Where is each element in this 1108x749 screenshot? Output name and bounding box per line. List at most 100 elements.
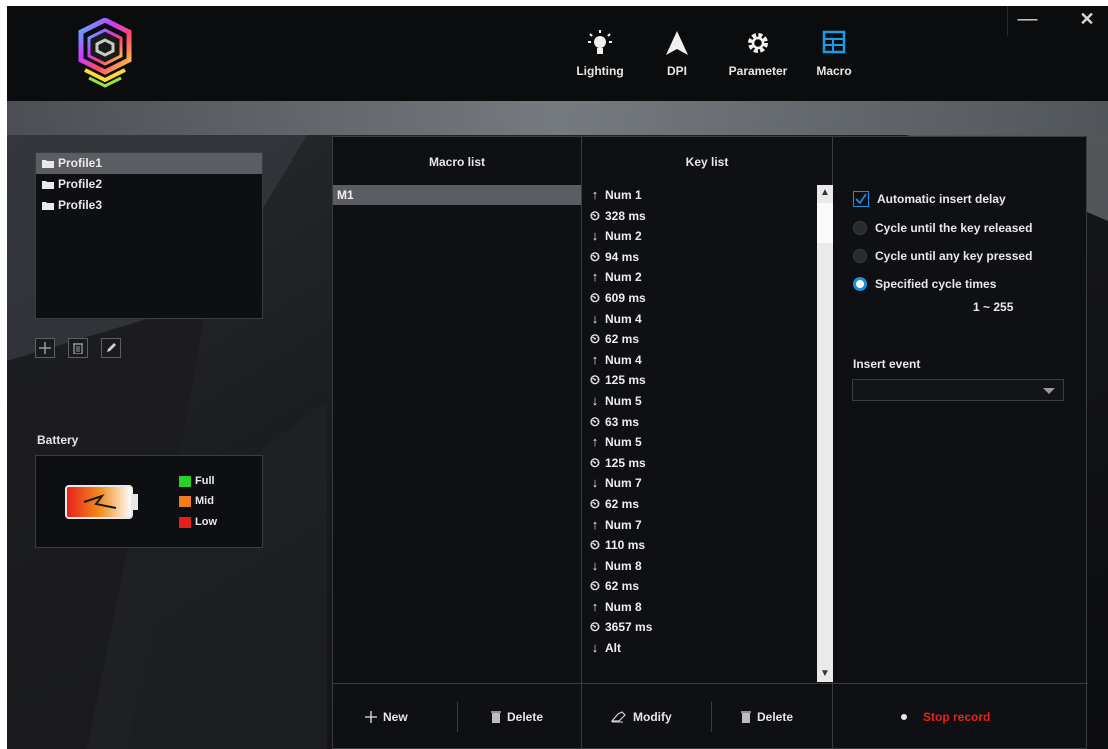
auto-delay-label: Automatic insert delay <box>877 192 1006 206</box>
record-dot-icon <box>901 714 907 720</box>
scroll-down-icon[interactable]: ▼ <box>817 666 833 682</box>
key-list-label: 94 ms <box>605 249 640 264</box>
key-list-row[interactable]: ⏲ 125 ms <box>583 453 817 474</box>
key-list-row[interactable]: ↑ Num 1 <box>583 185 817 206</box>
nav-lighting[interactable]: Lighting <box>573 28 627 90</box>
key-list-row[interactable]: ⏲ 63 ms <box>583 412 817 433</box>
key-list-row[interactable]: ⏲ 62 ms <box>583 329 817 350</box>
key-list-row[interactable]: ⏲ 328 ms <box>583 206 817 227</box>
delete-profile-button[interactable] <box>68 338 88 358</box>
add-profile-button[interactable] <box>35 338 55 358</box>
key-list-row[interactable]: ↑ Num 5 <box>583 432 817 453</box>
cycle-range: 1 ~ 255 <box>973 300 1014 314</box>
key-list-row[interactable]: ⏲ 94 ms <box>583 247 817 268</box>
profile-item[interactable]: Profile2 <box>36 174 262 195</box>
key-list-row[interactable]: ⏲ 62 ms <box>583 576 817 597</box>
plus-icon <box>39 342 51 354</box>
pencil-icon <box>107 343 116 352</box>
clock-icon: ⏲ <box>589 372 601 388</box>
key-list-row[interactable]: ↓ Num 8 <box>583 556 817 577</box>
radio-icon <box>853 221 867 235</box>
arrow-down-icon: ↓ <box>591 310 599 326</box>
battery-icon <box>65 485 138 519</box>
clock-icon: ⏲ <box>589 289 601 305</box>
key-list-row[interactable]: ⏲ 125 ms <box>583 370 817 391</box>
key-list-label: Num 8 <box>605 599 642 614</box>
cycle-released-radio[interactable]: Cycle until the key released <box>853 219 1032 237</box>
cycle-any-key-radio[interactable]: Cycle until any key pressed <box>853 247 1032 265</box>
key-list-row[interactable]: ↓ Num 4 <box>583 309 817 330</box>
key-list-row[interactable]: ↑ Num 2 <box>583 267 817 288</box>
chevron-down-icon <box>1043 388 1055 394</box>
key-list-scrollbar[interactable]: ▲ ▼ <box>817 185 833 682</box>
new-label: New <box>383 710 408 724</box>
modify-label: Modify <box>633 710 672 724</box>
nav-macro[interactable]: Macro <box>812 28 856 90</box>
nav-parameter[interactable]: Parameter <box>725 28 791 90</box>
checkbox-checked-icon <box>853 191 869 207</box>
lightbulb-icon <box>588 30 612 54</box>
key-list-row[interactable]: ↑ Num 7 <box>583 515 817 536</box>
scroll-thumb[interactable] <box>817 203 833 243</box>
stop-record-label: Stop record <box>923 710 991 724</box>
profile-label: Profile1 <box>58 156 103 170</box>
legend-swatch <box>179 516 191 528</box>
delete-macro-button[interactable]: Delete <box>491 684 543 749</box>
key-list-row[interactable]: ↓ Alt <box>583 638 817 659</box>
delete-label: Delete <box>757 710 794 724</box>
key-list-header: Key list <box>685 155 729 169</box>
key-list-label: 63 ms <box>605 414 640 429</box>
specified-times-label: Specified cycle times <box>875 277 997 291</box>
macro-list: M1 <box>333 185 581 682</box>
key-list-row[interactable]: ⏲ 62 ms <box>583 494 817 515</box>
edit-profile-button[interactable] <box>101 338 121 358</box>
arrow-down-icon: ↓ <box>591 228 599 244</box>
legend-label: Low <box>195 516 217 528</box>
key-list-row[interactable]: ↓ Num 2 <box>583 226 817 247</box>
new-macro-button[interactable]: New <box>365 684 408 749</box>
profile-item[interactable]: Profile3 <box>36 195 262 216</box>
stop-record-button[interactable]: Stop record <box>901 684 990 749</box>
key-list: ↑ Num 1 ⏲ 328 ms ↓ Num 2 ⏲ 94 ms ↑ Num 2 ⏲ 609 ms ↓ N… <box>583 185 817 682</box>
specified-times-radio[interactable]: Specified cycle times <box>853 275 996 293</box>
key-list-row[interactable]: ↓ Num 5 <box>583 391 817 412</box>
delete-key-button[interactable]: Delete <box>741 684 793 749</box>
scroll-up-icon[interactable]: ▲ <box>817 185 833 201</box>
minimize-button[interactable]: — <box>1007 6 1047 36</box>
radio-selected-icon <box>853 277 867 291</box>
profile-item[interactable]: Profile1 <box>36 153 262 174</box>
gear-icon <box>748 33 768 53</box>
key-list-label: 62 ms <box>605 579 640 594</box>
modify-button[interactable]: Modify <box>611 684 672 749</box>
arrow-up-icon: ↑ <box>591 598 599 614</box>
key-list-row[interactable]: ⏲ 3657 ms <box>583 617 817 638</box>
insert-event-select[interactable] <box>852 379 1064 401</box>
key-list-row[interactable]: ⏲ 609 ms <box>583 288 817 309</box>
arrow-up-icon: ↑ <box>591 269 599 285</box>
key-list-row[interactable]: ↓ Num 7 <box>583 473 817 494</box>
key-list-label: Num 8 <box>605 558 642 573</box>
close-button[interactable]: ✕ <box>1067 6 1107 36</box>
auto-delay-checkbox[interactable]: Automatic insert delay <box>853 190 1006 208</box>
nav-label-lighting: Lighting <box>576 64 624 78</box>
key-list-row[interactable]: ⏲ 110 ms <box>583 535 817 556</box>
key-list-label: 609 ms <box>605 290 646 305</box>
divider <box>711 702 712 732</box>
key-list-label: Num 1 <box>605 188 642 202</box>
clock-icon: ⏲ <box>589 619 601 635</box>
arrow-up-icon: ↑ <box>591 434 599 450</box>
key-list-label: 62 ms <box>605 496 640 511</box>
macro-item[interactable]: M1 <box>333 185 581 205</box>
clock-icon: ⏲ <box>589 207 601 223</box>
key-list-label: Num 7 <box>605 476 642 491</box>
arrow-up-icon: ↑ <box>591 187 599 202</box>
key-list-row[interactable]: ↑ Num 8 <box>583 597 817 618</box>
table-icon <box>822 30 846 54</box>
key-list-row[interactable]: ↑ Num 4 <box>583 350 817 371</box>
arrow-down-icon: ↓ <box>591 392 599 408</box>
nav-dpi[interactable]: DPI <box>657 28 697 90</box>
nav-label-dpi: DPI <box>666 64 687 78</box>
trash-icon <box>741 711 751 723</box>
folder-icon <box>42 181 54 189</box>
battery-panel: Full Mid Low <box>35 455 263 548</box>
